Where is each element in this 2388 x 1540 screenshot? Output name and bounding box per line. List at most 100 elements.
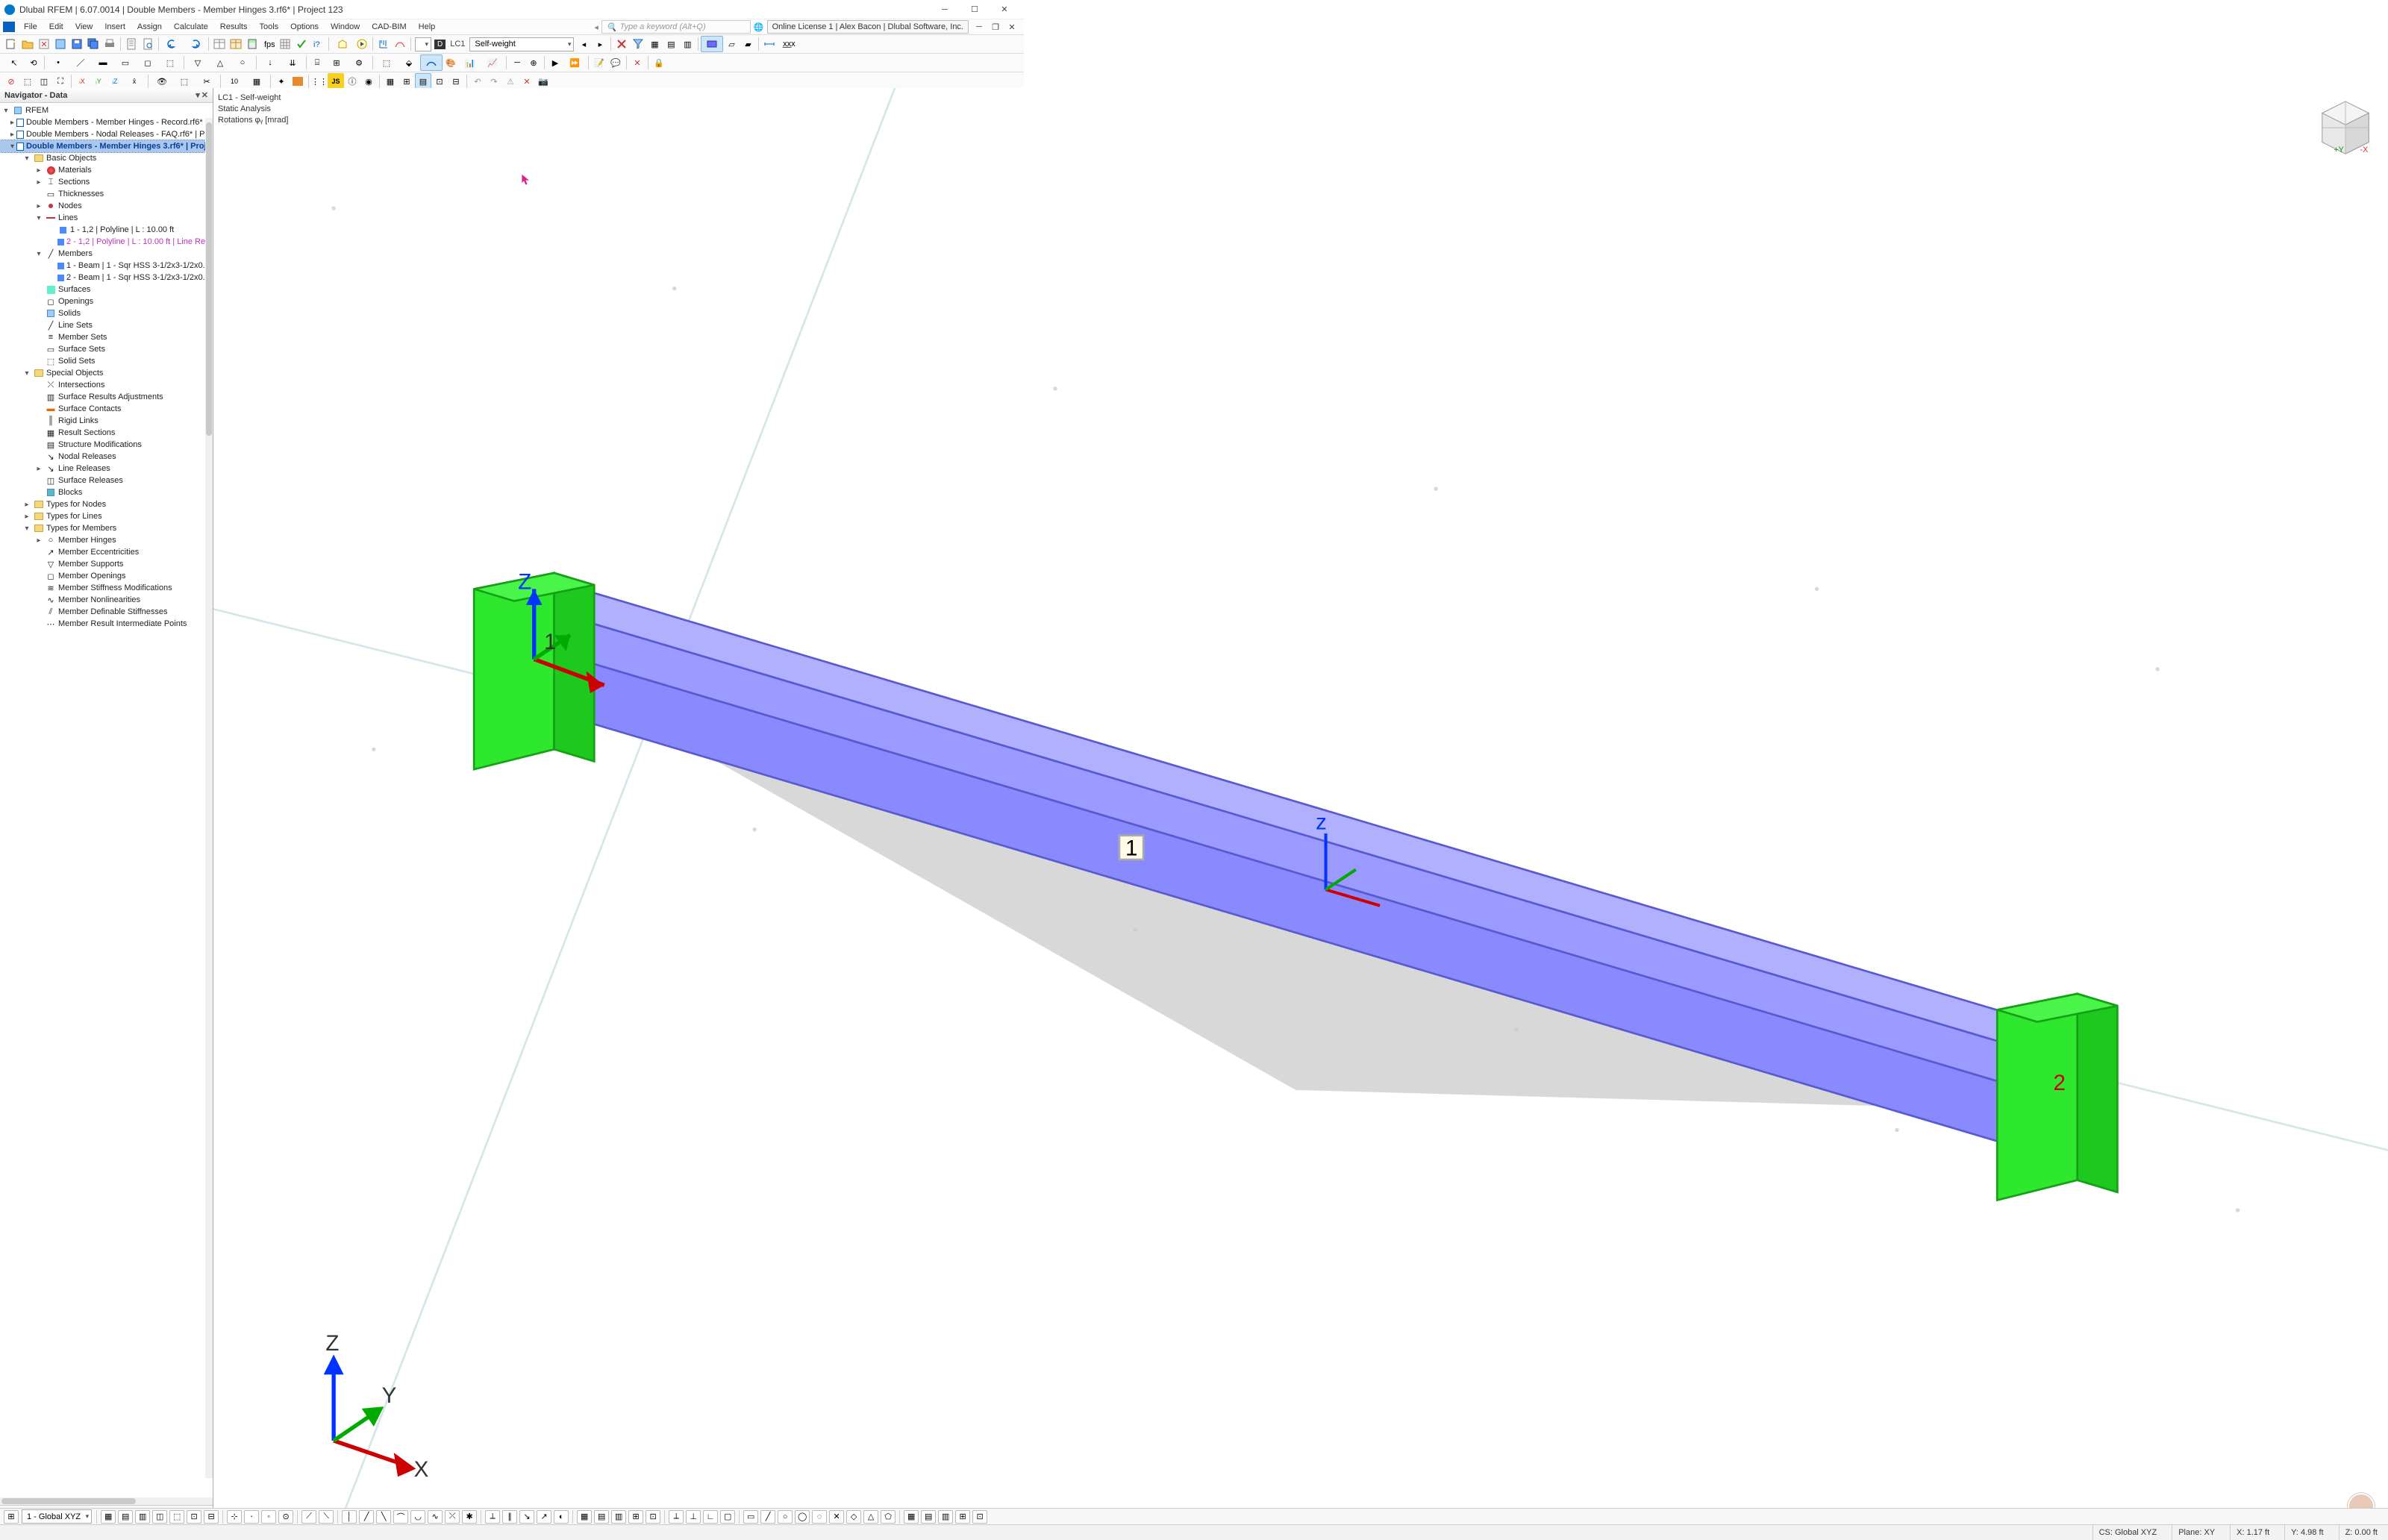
layout-5[interactable]: ⊡	[972, 1510, 987, 1524]
guide-1[interactable]: ⟂	[669, 1510, 684, 1524]
snap-btn-4[interactable]: ⊙	[278, 1510, 293, 1524]
js-button[interactable]: JS	[328, 73, 344, 90]
globe-icon[interactable]: 🌐	[754, 22, 764, 32]
new-node-button[interactable]: •	[47, 54, 69, 71]
draw-6[interactable]: ✕	[829, 1510, 844, 1524]
panel-3-button[interactable]: ▤	[415, 73, 431, 90]
osnap-4[interactable]: ╱	[359, 1510, 374, 1524]
menu-options[interactable]: Options	[284, 21, 325, 33]
menu-edit[interactable]: Edit	[43, 21, 69, 33]
show-z-button[interactable]: ᵢZ	[107, 73, 123, 90]
navigator-scrollbar[interactable]	[205, 118, 213, 1478]
filter-2-button[interactable]: ▦	[646, 36, 663, 52]
osnap-15[interactable]: ◐	[554, 1510, 569, 1524]
tree-surfaces[interactable]: Surfaces	[0, 284, 213, 295]
anim-settings-button[interactable]: ⏩	[563, 54, 586, 71]
osnap-3[interactable]: │	[342, 1510, 357, 1524]
osnap-12[interactable]: ∥	[502, 1510, 517, 1524]
new-line-button[interactable]: ／	[69, 54, 92, 71]
display-mode-button[interactable]	[701, 36, 723, 52]
units-button[interactable]: fps	[260, 36, 277, 52]
menu-calculate[interactable]: Calculate	[168, 21, 214, 33]
results-2-button[interactable]: 📈	[481, 54, 504, 71]
osnap-6[interactable]: ⌒	[393, 1510, 408, 1524]
filter-3-button[interactable]: ▤	[663, 36, 679, 52]
tree-materials[interactable]: ▸Materials	[0, 164, 213, 176]
tree-member-2[interactable]: 2 - Beam | 1 - Sqr HSS 3-1/2x3-1/2x0.250…	[0, 272, 213, 284]
tree-root[interactable]: ▾RFEM	[0, 104, 213, 116]
snap-on-button[interactable]: ⊕	[525, 54, 542, 71]
wireframe-button[interactable]: ▱	[723, 36, 740, 52]
results-1-button[interactable]: 📊	[459, 54, 481, 71]
plausibility-button[interactable]: i?	[310, 36, 326, 52]
cancel-selection-button[interactable]: ⊘	[3, 73, 19, 90]
close-button[interactable]: ✕	[990, 1, 1019, 19]
tree-types-nodes[interactable]: ▸Types for Nodes	[0, 498, 213, 510]
tree-types-members[interactable]: ▾Types for Members	[0, 522, 213, 534]
calc-button[interactable]	[244, 36, 260, 52]
snap-btn-3[interactable]: ◦	[261, 1510, 276, 1524]
menu-file[interactable]: File	[18, 21, 43, 33]
surface-fill-button[interactable]	[290, 73, 306, 90]
iso-view-button[interactable]: ⬚	[19, 73, 36, 90]
work-plane-button[interactable]: ⊞	[4, 1510, 19, 1524]
tree-openings[interactable]: ◻Openings	[0, 295, 213, 307]
draw-1[interactable]: ▭	[743, 1510, 758, 1524]
clip-button[interactable]: ✂	[196, 73, 218, 90]
tree-mnonlin[interactable]: ∿Member Nonlinearities	[0, 594, 213, 606]
report-preview-button[interactable]	[140, 36, 156, 52]
delete-results-button[interactable]: ✕	[629, 54, 646, 71]
mdi-close[interactable]: ✕	[1006, 21, 1018, 33]
show-local-button[interactable]: x̂	[123, 73, 146, 90]
numbering-button[interactable]: ⋮⋮	[311, 73, 328, 90]
menu-assign[interactable]: Assign	[131, 21, 168, 33]
camera-screenshot-button[interactable]: 📷	[535, 73, 551, 90]
tree-msupports[interactable]: ▽Member Supports	[0, 558, 213, 570]
load-2-button[interactable]: ⇊	[281, 54, 304, 71]
lock-button[interactable]: 🔒	[651, 54, 667, 71]
panel-4-button[interactable]: ⊡	[431, 73, 448, 90]
osnap-1[interactable]: ⟋	[301, 1510, 316, 1524]
number-mode-button[interactable]: 10	[223, 73, 246, 90]
tree-mecc[interactable]: ↗Member Eccentricities	[0, 546, 213, 558]
save-button[interactable]	[69, 36, 85, 52]
grp-btn-5[interactable]: ⊡	[646, 1510, 660, 1524]
open-button[interactable]	[19, 36, 36, 52]
properties-button[interactable]	[52, 36, 69, 52]
tree-rigid[interactable]: ║Rigid Links	[0, 415, 213, 427]
guide-4[interactable]: ▢	[720, 1510, 735, 1524]
osnap-10[interactable]: ✱	[462, 1510, 477, 1524]
redo-button[interactable]	[184, 36, 206, 52]
guide-2[interactable]: ⊥	[686, 1510, 701, 1524]
prev-lc-button[interactable]: ◂	[575, 36, 592, 52]
coord-system-combo[interactable]: 1 - Global XYZ	[22, 1509, 92, 1524]
osnap-11[interactable]: ⟂	[485, 1510, 500, 1524]
grp-btn-1[interactable]: ▦	[577, 1510, 592, 1524]
draw-3[interactable]: ○	[778, 1510, 793, 1524]
tree-nodal-rel[interactable]: ↘Nodal Releases	[0, 451, 213, 463]
generate-button[interactable]: ✦	[273, 73, 290, 90]
tree-lines[interactable]: ▾Lines	[0, 212, 213, 224]
app-menu-icon[interactable]	[3, 22, 15, 32]
anim-play-button[interactable]: ▶	[547, 54, 563, 71]
close-action-button[interactable]: ✕	[519, 73, 535, 90]
new-solid-button[interactable]: ⬚	[159, 54, 181, 71]
menu-insert[interactable]: Insert	[99, 21, 131, 33]
tree-mstiff[interactable]: ≋Member Stiffness Modifications	[0, 582, 213, 594]
show-x-button[interactable]: ᵢX	[74, 73, 90, 90]
solid-button[interactable]: ▰	[740, 36, 756, 52]
object-info-button[interactable]: ⓘ	[344, 73, 360, 90]
filter-4-button[interactable]: ▥	[679, 36, 696, 52]
draw-5[interactable]: ◌	[812, 1510, 827, 1524]
nav-fwd-button[interactable]: ↷	[486, 73, 502, 90]
grp-btn-4[interactable]: ⊞	[628, 1510, 643, 1524]
model-history-button[interactable]: ⟲	[25, 54, 42, 71]
osnap-5[interactable]: ╲	[376, 1510, 391, 1524]
osnap-7[interactable]: ◡	[410, 1510, 425, 1524]
menu-help[interactable]: Help	[413, 21, 442, 33]
view-persp-button[interactable]: ◫	[36, 73, 52, 90]
new-opening-button[interactable]: ◻	[137, 54, 159, 71]
draw-8[interactable]: △	[863, 1510, 878, 1524]
tree-nodes[interactable]: ▸Nodes	[0, 200, 213, 212]
tree-solidsets[interactable]: ⬚Solid Sets	[0, 355, 213, 367]
